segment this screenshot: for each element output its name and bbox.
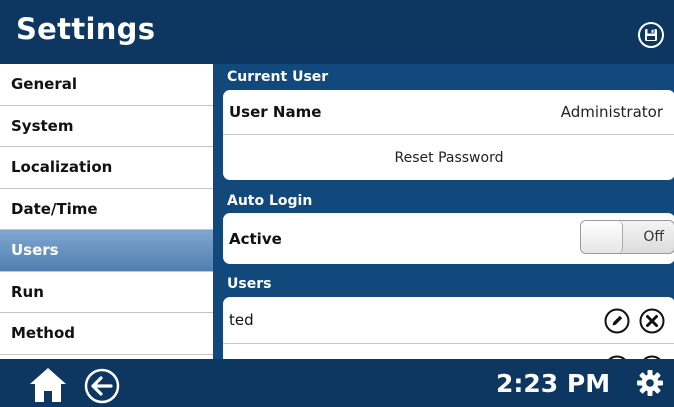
user-list-item[interactable]: mark [223, 344, 674, 359]
sidebar-item-label: Date/Time [11, 199, 98, 218]
users-list-card: ted mark [223, 297, 674, 359]
user-name: ted [229, 311, 254, 329]
page-title: Settings [16, 12, 156, 46]
footer-bar: 2:23 PM [0, 359, 674, 407]
sidebar-item-label: Method [11, 324, 75, 343]
sidebar-item-method[interactable]: Method [0, 313, 213, 355]
user-name-value: Administrator [560, 103, 663, 121]
sidebar-item-localization[interactable]: Localization [0, 147, 213, 189]
current-user-heading: Current User [227, 69, 329, 85]
users-settings-panel: Current User User Name Administrator Res… [213, 64, 674, 359]
home-icon[interactable] [28, 366, 68, 404]
active-label: Active [229, 229, 282, 248]
save-button[interactable] [638, 22, 664, 48]
settings-sidebar: General System Localization Date/Time Us… [0, 64, 213, 359]
sidebar-item-label: Run [11, 282, 44, 301]
gear-icon[interactable] [636, 369, 664, 397]
current-user-card: User Name Administrator Reset Password [223, 90, 674, 180]
auto-login-active-row: Active Off [223, 213, 674, 264]
toggle-knob[interactable] [581, 221, 623, 253]
sidebar-item-general[interactable]: General [0, 64, 213, 106]
auto-login-card: Active Off [223, 213, 674, 264]
sidebar-item-run[interactable]: Run [0, 272, 213, 313]
sidebar-item-label: System [11, 116, 74, 135]
users-heading: Users [227, 276, 272, 292]
user-name-label: User Name [229, 103, 322, 121]
back-icon[interactable] [84, 368, 120, 404]
reset-password-button[interactable]: Reset Password [223, 135, 674, 180]
user-name-row: User Name Administrator [223, 90, 674, 135]
reset-password-label: Reset Password [394, 149, 504, 166]
save-icon [645, 29, 657, 41]
header-bar: Settings [0, 0, 674, 64]
sidebar-item-label: General [11, 75, 77, 94]
delete-icon[interactable] [639, 308, 665, 334]
sidebar-item-users[interactable]: Users [0, 230, 213, 272]
user-list-item[interactable]: ted [223, 297, 674, 344]
toggle-state: Off [643, 229, 664, 245]
clock-display: 2:23 PM [496, 369, 611, 398]
sidebar-item-date-time[interactable]: Date/Time [0, 189, 213, 230]
auto-login-toggle[interactable]: Off [580, 220, 674, 254]
auto-login-heading: Auto Login [227, 193, 313, 209]
user-actions [604, 308, 665, 334]
sidebar-item-system[interactable]: System [0, 106, 213, 147]
edit-icon[interactable] [604, 308, 630, 334]
sidebar-item-label: Users [11, 241, 59, 260]
sidebar-item-label: Localization [11, 158, 113, 177]
